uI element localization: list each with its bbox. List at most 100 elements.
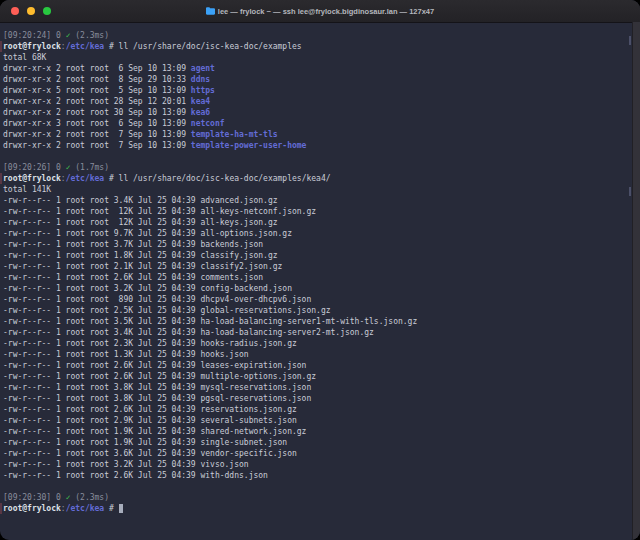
text-segment: (2.3ms) — [70, 31, 109, 40]
text-segment: netconf — [191, 119, 225, 128]
text-segment: -rw-r--r-- 1 root root 2.6K Jul 25 04:39… — [3, 361, 306, 370]
terminal-line: [09:20:24] 0 ✓ (2.3ms) — [3, 30, 633, 41]
text-segment: drwxr-xr-x 3 root root 6 Sep 10 13:09 — [3, 119, 191, 128]
text-segment: -rw-r--r-- 1 root root 3.4K Jul 25 04:39… — [3, 196, 278, 205]
terminal-line: -rw-r--r-- 1 root root 890 Jul 25 04:39 … — [3, 294, 633, 305]
terminal-window: lee — frylock ~ — ssh lee@frylock.bigdin… — [0, 0, 640, 540]
terminal-line: -rw-r--r-- 1 root root 3.6K Jul 25 04:39… — [3, 448, 633, 459]
terminal-line: -rw-r--r-- 1 root root 1.9K Jul 25 04:39… — [3, 426, 633, 437]
text-segment: root@frylock — [3, 174, 61, 183]
text-segment: drwxr-xr-x 2 root root 28 Sep 12 20:01 — [3, 97, 191, 106]
text-segment: kea6 — [191, 108, 210, 117]
window-title: lee — frylock ~ — ssh lee@frylock.bigdin… — [206, 7, 434, 16]
text-segment: https — [191, 86, 215, 95]
text-segment: root@frylock — [3, 42, 61, 51]
window-controls — [11, 7, 51, 15]
terminal-line: drwxr-xr-x 2 root root 8 Sep 29 10:33 dd… — [3, 74, 633, 85]
text-segment: /etc/kea — [66, 174, 105, 183]
text-segment: -rw-r--r-- 1 root root 2.9K Jul 25 04:39… — [3, 416, 297, 425]
text-segment: total 141K — [3, 185, 51, 194]
terminal-line: drwxr-xr-x 2 root root 7 Sep 10 13:09 te… — [3, 140, 633, 151]
text-segment: [09:20:24] 0 — [3, 31, 66, 40]
text-segment: -rw-r--r-- 1 root root 3.4K Jul 25 04:39… — [3, 328, 374, 337]
text-segment: -rw-r--r-- 1 root root 2.5K Jul 25 04:39… — [3, 306, 331, 315]
text-segment: /etc/kea — [66, 504, 105, 513]
text-segment: [09:20:26] 0 — [3, 163, 66, 172]
terminal-line: -rw-r--r-- 1 root root 3.2K Jul 25 04:39… — [3, 459, 633, 470]
terminal-line: drwxr-xr-x 2 root root 28 Sep 12 20:01 k… — [3, 96, 633, 107]
terminal-line: drwxr-xr-x 3 root root 6 Sep 10 13:09 ne… — [3, 118, 633, 129]
terminal-line: -rw-r--r-- 1 root root 2.6K Jul 25 04:39… — [3, 272, 633, 283]
terminal-line: -rw-r--r-- 1 root root 12K Jul 25 04:39 … — [3, 217, 633, 228]
terminal-line: -rw-r--r-- 1 root root 2.6K Jul 25 04:39… — [3, 360, 633, 371]
text-segment: -rw-r--r-- 1 root root 890 Jul 25 04:39 … — [3, 295, 311, 304]
terminal-line: -rw-r--r-- 1 root root 3.5K Jul 25 04:39… — [3, 316, 633, 327]
text-segment: -rw-r--r-- 1 root root 2.6K Jul 25 04:39… — [3, 273, 263, 282]
text-segment: -rw-r--r-- 1 root root 2.6K Jul 25 04:39… — [3, 405, 297, 414]
text-segment: /etc/kea — [66, 42, 105, 51]
text-segment: drwxr-xr-x 2 root root 8 Sep 29 10:33 — [3, 75, 191, 84]
terminal-line: root@frylock:/etc/kea # ll /usr/share/do… — [3, 41, 633, 52]
text-segment: template-ha-mt-tls — [191, 130, 278, 139]
text-segment: drwxr-xr-x 5 root root 5 Sep 10 13:09 — [3, 86, 191, 95]
text-segment: ddns — [191, 75, 210, 84]
text-segment: -rw-r--r-- 1 root root 3.8K Jul 25 04:39… — [3, 394, 311, 403]
scrollbar-mark-2 — [629, 187, 631, 196]
terminal-line: -rw-r--r-- 1 root root 3.7K Jul 25 04:39… — [3, 239, 633, 250]
zoom-button[interactable] — [43, 7, 51, 15]
text-segment: -rw-r--r-- 1 root root 12K Jul 25 04:39 … — [3, 218, 278, 227]
text-segment: root@frylock — [3, 504, 61, 513]
terminal-line: drwxr-xr-x 5 root root 5 Sep 10 13:09 ht… — [3, 85, 633, 96]
text-segment: drwxr-xr-x 2 root root 30 Sep 10 13:09 — [3, 108, 191, 117]
prompt-indicator-bar — [0, 503, 2, 514]
text-segment: -rw-r--r-- 1 root root 3.2K Jul 25 04:39… — [3, 460, 249, 469]
terminal-line: -rw-r--r-- 1 root root 9.7K Jul 25 04:39… — [3, 228, 633, 239]
text-segment: drwxr-xr-x 2 root root 6 Sep 10 13:09 — [3, 64, 191, 73]
text-segment: -rw-r--r-- 1 root root 1.8K Jul 25 04:39… — [3, 251, 278, 260]
text-segment: -rw-r--r-- 1 root root 2.6K Jul 25 04:39… — [3, 372, 316, 381]
titlebar[interactable]: lee — frylock ~ — ssh lee@frylock.bigdin… — [0, 0, 640, 23]
text-segment: -rw-r--r-- 1 root root 9.7K Jul 25 04:39… — [3, 229, 292, 238]
text-segment: -rw-r--r-- 1 root root 3.2K Jul 25 04:39… — [3, 284, 292, 293]
text-segment: # ll /usr/share/doc/isc-kea-doc/examples… — [104, 174, 330, 183]
terminal-line: -rw-r--r-- 1 root root 2.6K Jul 25 04:39… — [3, 371, 633, 382]
terminal-line: -rw-r--r-- 1 root root 2.1K Jul 25 04:39… — [3, 261, 633, 272]
text-segment: drwxr-xr-x 2 root root 7 Sep 10 13:09 — [3, 141, 191, 150]
text-segment: -rw-r--r-- 1 root root 2.6K Jul 25 04:39… — [3, 471, 268, 480]
text-segment: -rw-r--r-- 1 root root 2.3K Jul 25 04:39… — [3, 339, 297, 348]
scrollbar-track[interactable] — [632, 22, 640, 540]
window-title-text: lee — frylock ~ — ssh lee@frylock.bigdin… — [218, 7, 434, 16]
terminal-line: total 141K — [3, 184, 633, 195]
terminal-cursor — [119, 504, 124, 513]
text-segment: -rw-r--r-- 1 root root 3.5K Jul 25 04:39… — [3, 317, 417, 326]
terminal-line: -rw-r--r-- 1 root root 1.9K Jul 25 04:39… — [3, 437, 633, 448]
terminal-line: -rw-r--r-- 1 root root 3.8K Jul 25 04:39… — [3, 393, 633, 404]
terminal-line: -rw-r--r-- 1 root root 1.8K Jul 25 04:39… — [3, 250, 633, 261]
text-segment: -rw-r--r-- 1 root root 1.9K Jul 25 04:39… — [3, 438, 287, 447]
close-button[interactable] — [11, 7, 19, 15]
prompt-indicator-bar — [0, 173, 2, 184]
terminal-line: -rw-r--r-- 1 root root 1.3K Jul 25 04:39… — [3, 349, 633, 360]
terminal-line: -rw-r--r-- 1 root root 3.2K Jul 25 04:39… — [3, 283, 633, 294]
terminal-screen[interactable]: [09:20:24] 0 ✓ (2.3ms)root@frylock:/etc/… — [0, 22, 633, 540]
terminal-line: [09:20:26] 0 ✓ (1.7ms) — [3, 162, 633, 173]
text-segment: # — [104, 504, 118, 513]
text-segment: (2.3ms) — [70, 493, 109, 502]
terminal-line: drwxr-xr-x 2 root root 7 Sep 10 13:09 te… — [3, 129, 633, 140]
text-segment: -rw-r--r-- 1 root root 3.7K Jul 25 04:39… — [3, 240, 263, 249]
text-segment: template-power-user-home — [191, 141, 307, 150]
terminal-line: -rw-r--r-- 1 root root 3.8K Jul 25 04:39… — [3, 382, 633, 393]
terminal-line: root@frylock:/etc/kea # — [3, 503, 633, 514]
terminal-line: [09:20:30] 0 ✓ (2.3ms) — [3, 492, 633, 503]
folder-icon — [206, 7, 215, 15]
terminal-line: -rw-r--r-- 1 root root 2.6K Jul 25 04:39… — [3, 470, 633, 481]
minimize-button[interactable] — [27, 7, 35, 15]
terminal-line: total 68K — [3, 52, 633, 63]
terminal-line: -rw-r--r-- 1 root root 3.4K Jul 25 04:39… — [3, 327, 633, 338]
text-segment: -rw-r--r-- 1 root root 1.3K Jul 25 04:39… — [3, 350, 249, 359]
text-segment: kea4 — [191, 97, 210, 106]
text-segment: -rw-r--r-- 1 root root 1.9K Jul 25 04:39… — [3, 427, 306, 436]
terminal-line — [3, 481, 633, 492]
terminal-line: drwxr-xr-x 2 root root 30 Sep 10 13:09 k… — [3, 107, 633, 118]
terminal-line: -rw-r--r-- 1 root root 2.3K Jul 25 04:39… — [3, 338, 633, 349]
